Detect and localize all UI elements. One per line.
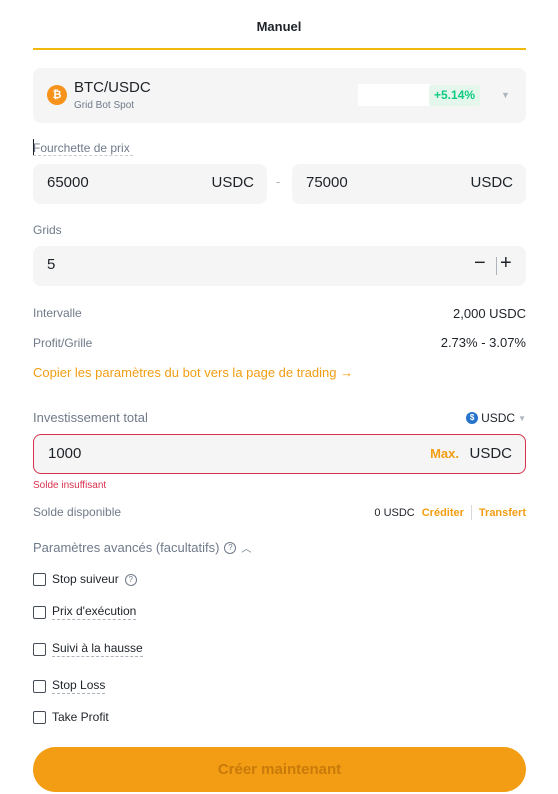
minus-icon[interactable]: − bbox=[474, 252, 486, 275]
copy-params-link[interactable]: Copier les paramètres du bot vers la pag… bbox=[33, 365, 353, 380]
option-trailing-stop[interactable]: Stop suiveur ? bbox=[33, 572, 137, 587]
create-now-button[interactable]: Créer maintenant bbox=[33, 747, 526, 792]
pair-name: BTC/USDC bbox=[74, 79, 151, 96]
currency-selector[interactable]: $ USDC ▼ bbox=[466, 411, 526, 425]
advanced-params-title: Paramètres avancés (facultatifs) bbox=[33, 540, 220, 555]
sparkline-area bbox=[358, 84, 430, 106]
price-range-separator: - bbox=[276, 174, 281, 189]
tab-underline bbox=[33, 48, 526, 50]
insufficient-balance-error: Solde insuffisant bbox=[33, 480, 107, 491]
price-max-value[interactable]: 75000 bbox=[306, 174, 348, 191]
profit-value: 2.73% - 3.07% bbox=[440, 335, 526, 350]
max-button[interactable]: Max. bbox=[430, 446, 459, 461]
pair-subtitle: Grid Bot Spot bbox=[74, 100, 135, 111]
plus-icon[interactable]: + bbox=[500, 252, 512, 275]
interval-label: Intervalle bbox=[33, 306, 82, 320]
usdc-icon: $ bbox=[466, 412, 479, 424]
checkbox[interactable] bbox=[33, 573, 46, 586]
credit-link[interactable]: Créditer bbox=[422, 507, 464, 519]
investment-input[interactable]: 1000 Max. USDC bbox=[33, 434, 526, 474]
option-execution-price[interactable]: Prix d'exécution bbox=[33, 604, 137, 620]
option-take-profit[interactable]: Take Profit bbox=[33, 710, 109, 725]
price-min-input[interactable]: 65000 USDC bbox=[33, 164, 267, 204]
tab-manual[interactable]: Manuel bbox=[0, 19, 558, 34]
balance-label: Solde disponible bbox=[33, 505, 122, 519]
price-min-value[interactable]: 65000 bbox=[47, 174, 89, 191]
grids-label: Grids bbox=[33, 223, 62, 237]
advanced-params-toggle[interactable]: Paramètres avancés (facultatifs) ? ︿ bbox=[33, 540, 251, 555]
price-max-unit: USDC bbox=[470, 174, 513, 191]
checkbox[interactable] bbox=[33, 679, 46, 693]
transfer-link[interactable]: Transfert bbox=[479, 507, 526, 519]
option-label: Stop Loss bbox=[52, 678, 106, 694]
checkbox[interactable] bbox=[33, 642, 46, 656]
grids-value[interactable]: 5 bbox=[47, 256, 55, 273]
price-range-label-underline bbox=[33, 155, 133, 156]
stepper-divider bbox=[496, 257, 497, 275]
checkbox[interactable] bbox=[33, 711, 46, 724]
help-icon[interactable]: ? bbox=[124, 573, 137, 586]
option-label: Suivi à la hausse bbox=[52, 641, 143, 657]
pair-selector[interactable]: ₿ BTC/USDC Grid Bot Spot +5.14% ▼ bbox=[33, 68, 526, 123]
balance-value: 0 USDC bbox=[374, 506, 415, 519]
option-stop-loss[interactable]: Stop Loss bbox=[33, 678, 106, 694]
investment-label: Investissement total bbox=[33, 410, 148, 425]
price-max-input[interactable]: 75000 USDC bbox=[292, 164, 526, 204]
currency-label: USDC bbox=[481, 411, 516, 425]
investment-value[interactable]: 1000 bbox=[48, 445, 81, 462]
option-trailing-up[interactable]: Suivi à la hausse bbox=[33, 641, 143, 657]
price-range-label: Fourchette de prix bbox=[33, 141, 130, 155]
profit-label: Profit/Grille bbox=[33, 336, 93, 350]
price-change-badge: +5.14% bbox=[429, 85, 481, 106]
investment-unit: USDC bbox=[469, 445, 512, 462]
help-icon[interactable]: ? bbox=[224, 541, 237, 554]
chevron-down-icon[interactable]: ▼ bbox=[501, 90, 510, 100]
price-min-unit: USDC bbox=[211, 174, 254, 191]
option-label: Stop suiveur bbox=[52, 572, 119, 586]
balance-divider bbox=[470, 505, 472, 520]
chevron-up-icon[interactable]: ︿ bbox=[241, 540, 251, 555]
interval-value: 2,000 USDC bbox=[453, 306, 526, 321]
grids-stepper[interactable]: 5 − + bbox=[33, 246, 526, 286]
option-label: Prix d'exécution bbox=[52, 604, 137, 620]
chevron-down-icon: ▼ bbox=[518, 413, 526, 423]
checkbox[interactable] bbox=[33, 605, 46, 619]
option-label: Take Profit bbox=[52, 710, 109, 724]
bitcoin-icon: ₿ bbox=[47, 85, 67, 105]
balance-row: 0 USDC Créditer Transfert bbox=[374, 505, 526, 520]
